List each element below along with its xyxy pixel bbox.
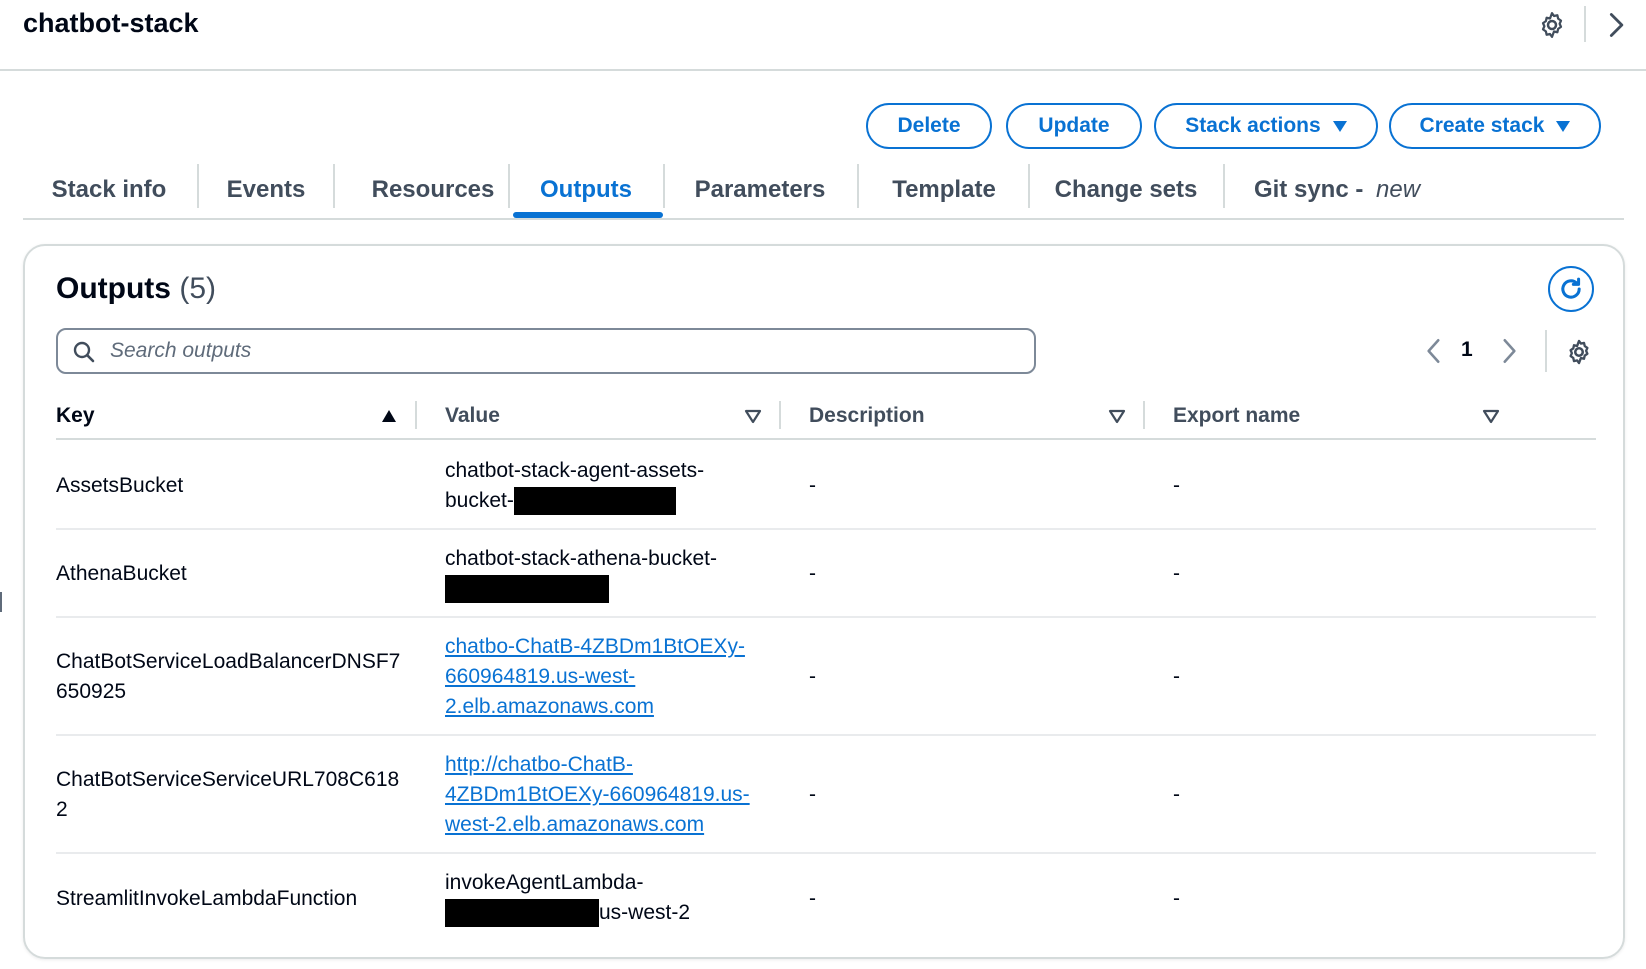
outputs-count: (5): [179, 272, 216, 305]
table-row: AthenaBucket chatbot-stack-athena-bucket…: [56, 530, 1596, 618]
page-title: chatbot-stack: [23, 8, 199, 38]
tab-change-sets[interactable]: Change sets: [1030, 160, 1222, 220]
chevron-right-icon[interactable]: [1498, 336, 1520, 366]
redacted-block: [445, 899, 599, 928]
value-cell: chatbot-stack-athena-bucket-: [445, 544, 717, 604]
key-cell: ChatBotServiceServiceURL708C618 2: [56, 768, 400, 821]
sort-ascending-icon[interactable]: [380, 408, 398, 424]
create-stack-label: Create stack: [1419, 114, 1545, 137]
tab-resources[interactable]: Resources: [335, 160, 531, 220]
export-name-cell: -: [1173, 783, 1180, 806]
table-header: Key Value Description Export name: [56, 396, 1596, 440]
export-name-cell: -: [1173, 474, 1180, 497]
key-cell: AssetsBucket: [56, 474, 184, 497]
refresh-icon: [1561, 277, 1581, 299]
outputs-title: Outputs (5): [56, 272, 216, 305]
tab-events[interactable]: Events: [199, 160, 333, 220]
table-row: ChatBotServiceServiceURL708C618 2 http:/…: [56, 736, 1596, 854]
column-header-value[interactable]: Value: [445, 396, 500, 436]
description-cell: -: [809, 474, 816, 497]
description-cell: -: [809, 665, 816, 688]
create-stack-button[interactable]: Create stack: [1389, 103, 1601, 149]
column-header-description[interactable]: Description: [809, 396, 925, 436]
redacted-block: [513, 487, 676, 516]
panel-edge-marker: [0, 592, 2, 612]
tab-parameters[interactable]: Parameters: [665, 160, 855, 220]
column-divider: [1143, 401, 1145, 429]
caret-down-icon: [1556, 120, 1571, 132]
chevron-left-icon[interactable]: [1423, 336, 1445, 366]
tab-template[interactable]: Template: [859, 160, 1029, 220]
key-cell: ChatBotServiceLoadBalancerDNSF7 650925: [56, 650, 401, 703]
service-url-link[interactable]: http://chatbo-ChatB- 4ZBDm1BtOEXy-660964…: [445, 750, 750, 840]
chevron-right-icon[interactable]: [1603, 11, 1629, 39]
sort-descending-icon[interactable]: [1482, 408, 1500, 424]
divider: [1584, 6, 1586, 42]
column-divider: [415, 401, 417, 429]
key-cell: StreamlitInvokeLambdaFunction: [56, 887, 358, 910]
key-cell: AthenaBucket: [56, 562, 187, 585]
value-cell: invokeAgentLambda- us-west-2: [445, 868, 690, 928]
export-name-cell: -: [1173, 665, 1180, 688]
value-cell: chatbo-ChatB-4ZBDm1BtOEXy- 660964819.us-…: [445, 632, 745, 722]
search-input[interactable]: [110, 336, 1010, 366]
delete-button-label: Delete: [897, 114, 961, 137]
description-cell: -: [809, 562, 816, 585]
top-bar: chatbot-stack: [0, 0, 1646, 71]
description-cell: -: [809, 783, 816, 806]
value-cell: http://chatbo-ChatB- 4ZBDm1BtOEXy-660964…: [445, 750, 750, 840]
column-header-export-name[interactable]: Export name: [1173, 396, 1300, 436]
divider: [1545, 330, 1547, 372]
tab-bar: Stack info Events Resources Outputs Para…: [23, 160, 1624, 220]
caret-down-icon: [1332, 120, 1347, 132]
delete-button[interactable]: Delete: [866, 103, 992, 149]
update-button[interactable]: Update: [1006, 103, 1142, 149]
active-tab-indicator: [513, 212, 663, 218]
search-box: [56, 328, 1036, 374]
refresh-button[interactable]: [1548, 266, 1594, 312]
sort-descending-icon[interactable]: [1108, 408, 1126, 424]
action-buttons: Delete Update Stack actions Create stack: [0, 103, 1646, 149]
sort-descending-icon[interactable]: [744, 408, 762, 424]
description-cell: -: [809, 887, 816, 910]
tab-git-sync[interactable]: Git sync - new: [1225, 160, 1449, 220]
load-balancer-dns-link[interactable]: chatbo-ChatB-4ZBDm1BtOEXy- 660964819.us-…: [445, 632, 745, 722]
export-name-cell: -: [1173, 887, 1180, 910]
search-icon: [73, 341, 95, 363]
page-number[interactable]: 1: [1461, 338, 1473, 362]
update-button-label: Update: [1038, 114, 1110, 137]
stack-actions-label: Stack actions: [1185, 114, 1321, 137]
value-cell: chatbot-stack-agent-assets- bucket-: [445, 456, 704, 516]
table-row: ChatBotServiceLoadBalancerDNSF7 650925 c…: [56, 618, 1596, 736]
export-name-cell: -: [1173, 562, 1180, 585]
column-header-key[interactable]: Key: [56, 396, 95, 436]
table-row: StreamlitInvokeLambdaFunction invokeAgen…: [56, 854, 1596, 946]
column-divider: [779, 401, 781, 429]
table-row: AssetsBucket chatbot-stack-agent-assets-…: [56, 442, 1596, 530]
redacted-block: [445, 575, 609, 604]
gear-icon[interactable]: [1565, 338, 1593, 366]
tab-outputs[interactable]: Outputs: [510, 160, 662, 220]
new-badge: new: [1376, 176, 1421, 203]
stack-actions-button[interactable]: Stack actions: [1154, 103, 1378, 149]
gear-icon[interactable]: [1537, 10, 1567, 40]
outputs-panel: Outputs (5) 1 Key Value Description: [23, 244, 1625, 959]
tab-stack-info[interactable]: Stack info: [23, 160, 195, 220]
